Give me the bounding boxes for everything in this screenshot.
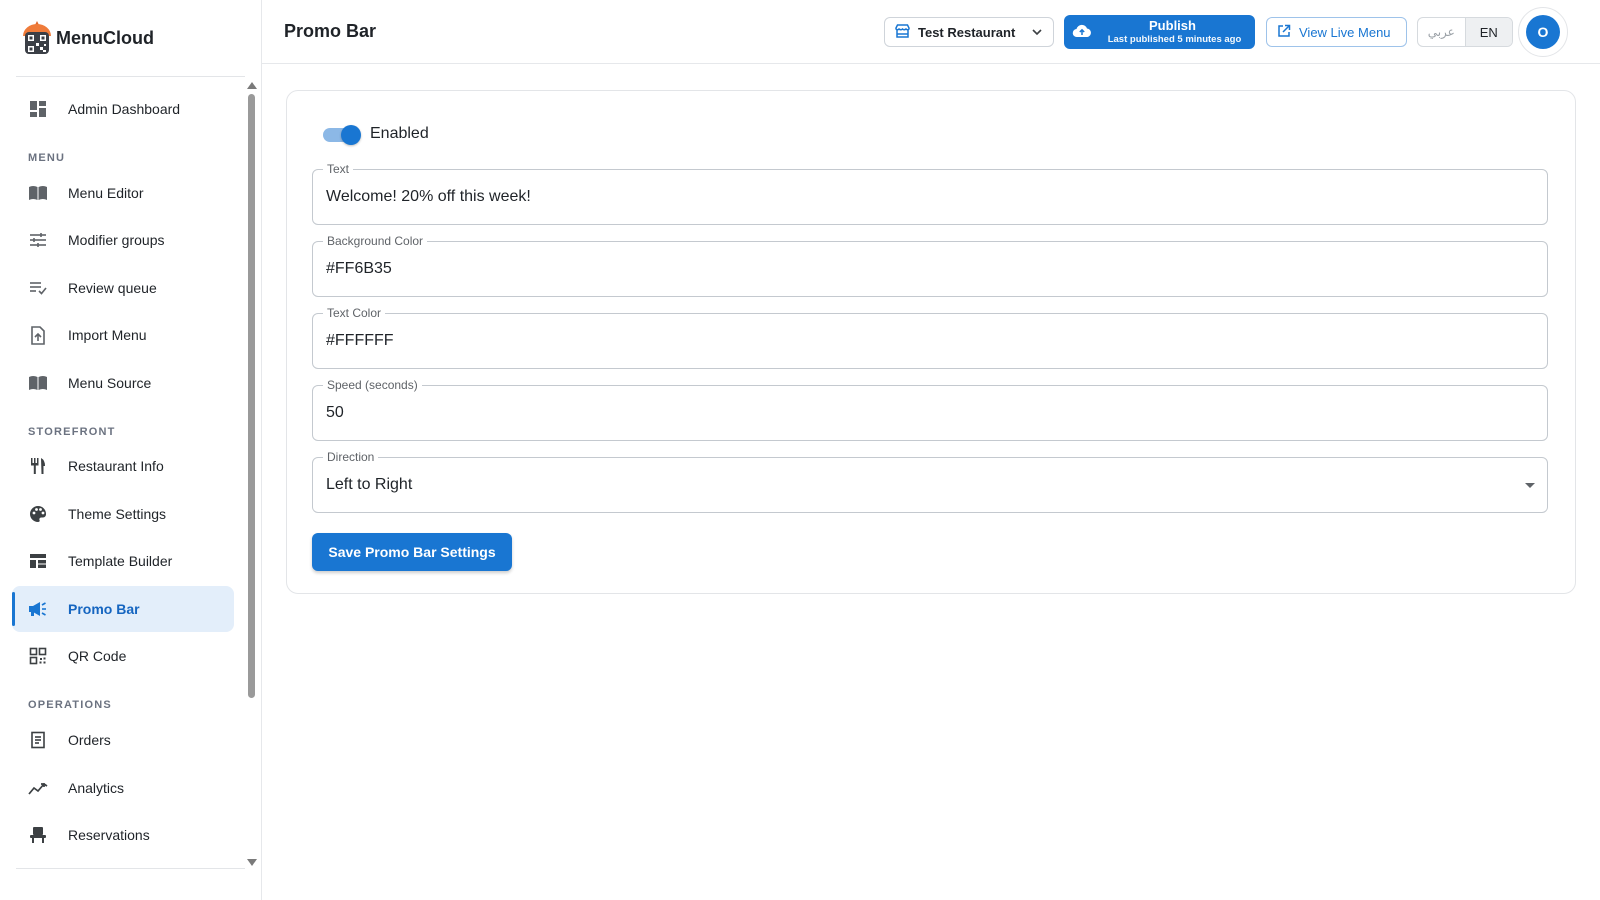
sidebar-item-label: Promo Bar: [68, 601, 140, 617]
cloud-upload-icon: [1072, 24, 1092, 43]
sidebar-item-qr-code[interactable]: QR Code: [12, 633, 234, 679]
sidebar-item-promo-bar[interactable]: Promo Bar: [12, 586, 234, 632]
publish-status: Last published 5 minutes ago: [1107, 34, 1242, 45]
sidebar-item-label: Menu Editor: [68, 185, 144, 201]
tune-icon: [28, 230, 48, 250]
fork-knife-icon: [28, 456, 48, 476]
page-title: Promo Bar: [284, 21, 377, 41]
sidebar-item-label: Review queue: [68, 280, 157, 296]
text-field[interactable]: Text Welcome! 20% off this week!: [312, 162, 1548, 225]
dropdown-arrow-icon: [1525, 483, 1535, 488]
brand-divider: [16, 76, 245, 77]
sidebar-item-orders[interactable]: Orders: [12, 717, 234, 763]
palette-icon: [28, 504, 48, 524]
sidebar-item-modifier-groups[interactable]: Modifier groups: [12, 217, 234, 263]
sidebar-item-label: Admin Dashboard: [68, 101, 181, 117]
sidebar: MenuCloud Admin Dashboard MENU Menu Edit…: [0, 0, 262, 900]
sidebar-item-label: Menu Source: [68, 375, 152, 391]
section-storefront: STOREFRONT: [28, 426, 116, 438]
user-menu[interactable]: O: [1518, 7, 1568, 57]
sidebar-item-restaurant-info[interactable]: Restaurant Info: [12, 443, 234, 489]
file-upload-icon: [28, 325, 48, 345]
scroll-up-icon[interactable]: [247, 82, 257, 89]
scrollbar-thumb[interactable]: [248, 94, 255, 698]
top-header: Promo Bar Test Restaurant Publish Last p…: [262, 0, 1600, 64]
sidebar-item-menu-source[interactable]: Menu Source: [12, 360, 234, 406]
direction-label: Direction: [323, 450, 379, 464]
language-toggle: عربي EN: [1417, 17, 1513, 47]
background-color-input[interactable]: #FF6B35: [326, 260, 1506, 278]
speed-input[interactable]: 50: [326, 404, 1506, 422]
sidebar-item-theme-settings[interactable]: Theme Settings: [12, 491, 234, 537]
promo-bar-card: Enabled Text Welcome! 20% off this week!…: [286, 90, 1576, 594]
chair-icon: [28, 825, 48, 845]
playlist-check-icon: [28, 278, 48, 298]
book-icon: [28, 373, 48, 393]
text-color-input[interactable]: #FFFFFF: [326, 332, 1506, 350]
lang-english-button[interactable]: EN: [1464, 18, 1512, 46]
sidebar-item-analytics[interactable]: Analytics: [12, 765, 234, 811]
save-promo-bar-button[interactable]: Save Promo Bar Settings: [312, 533, 512, 571]
sidebar-item-label: Modifier groups: [68, 232, 165, 248]
sidebar-item-import-menu[interactable]: Import Menu: [12, 312, 234, 358]
sidebar-item-label: Import Menu: [68, 327, 147, 343]
megaphone-icon: [28, 599, 48, 619]
direction-value: Left to Right: [326, 476, 413, 493]
receipt-icon: [28, 730, 48, 750]
avatar: O: [1526, 15, 1560, 49]
text-field-label: Text: [323, 162, 354, 176]
external-link-icon: [1277, 24, 1291, 41]
sidebar-item-label: Orders: [68, 732, 111, 748]
storefront-icon: [895, 23, 910, 41]
menucloud-logo-icon: [20, 19, 54, 57]
background-color-label: Background Color: [323, 234, 428, 248]
section-menu: MENU: [28, 152, 66, 164]
toggle-knob: [341, 125, 361, 145]
sidebar-item-reservations[interactable]: Reservations: [12, 812, 234, 858]
book-icon: [28, 183, 48, 203]
sidebar-item-label: Restaurant Info: [68, 458, 164, 474]
chevron-down-icon: [1031, 26, 1043, 41]
direction-select[interactable]: Direction Left to Right: [312, 450, 1548, 513]
restaurant-name: Test Restaurant: [918, 24, 1016, 40]
brand[interactable]: MenuCloud: [20, 18, 154, 58]
sidebar-item-label: Theme Settings: [68, 506, 167, 522]
dashboard-icon: [28, 99, 48, 119]
sidebar-scrollbar[interactable]: [246, 80, 257, 868]
publish-button[interactable]: Publish Last published 5 minutes ago: [1064, 15, 1255, 49]
text-color-label: Text Color: [323, 306, 386, 320]
speed-label: Speed (seconds): [323, 378, 422, 392]
sidebar-item-template-builder[interactable]: Template Builder: [12, 538, 234, 584]
sidebar-nav: Admin Dashboard MENU Menu Editor Modifie…: [0, 86, 240, 866]
sidebar-item-menu-editor[interactable]: Menu Editor: [12, 170, 234, 216]
sidebar-item-label: QR Code: [68, 648, 127, 664]
sidebar-item-review-queue[interactable]: Review queue: [12, 265, 234, 311]
enabled-label: Enabled: [370, 125, 429, 142]
scroll-down-icon[interactable]: [247, 859, 257, 866]
sidebar-item-label: Analytics: [68, 780, 125, 796]
sidebar-item-label: Reservations: [68, 827, 150, 843]
sidebar-bottom-divider: [16, 868, 245, 869]
restaurant-select[interactable]: Test Restaurant: [884, 17, 1054, 47]
sidebar-item-label: Template Builder: [68, 553, 173, 569]
text-input[interactable]: Welcome! 20% off this week!: [326, 188, 1506, 206]
text-color-field[interactable]: Text Color #FFFFFF: [312, 306, 1548, 369]
enabled-toggle[interactable]: [323, 125, 361, 145]
view-live-label: View Live Menu: [1299, 24, 1391, 40]
sidebar-item-admin-dashboard[interactable]: Admin Dashboard: [12, 86, 234, 132]
view-live-menu-button[interactable]: View Live Menu: [1266, 17, 1407, 47]
lang-arabic-button[interactable]: عربي: [1418, 18, 1465, 46]
publish-label: Publish: [1149, 18, 1196, 33]
background-color-field[interactable]: Background Color #FF6B35: [312, 234, 1548, 297]
speed-field[interactable]: Speed (seconds) 50: [312, 378, 1548, 441]
section-operations: OPERATIONS: [28, 699, 112, 711]
brand-name: MenuCloud: [56, 27, 154, 48]
qr-code-icon: [28, 646, 48, 666]
template-icon: [28, 551, 48, 571]
trending-icon: [28, 778, 48, 798]
